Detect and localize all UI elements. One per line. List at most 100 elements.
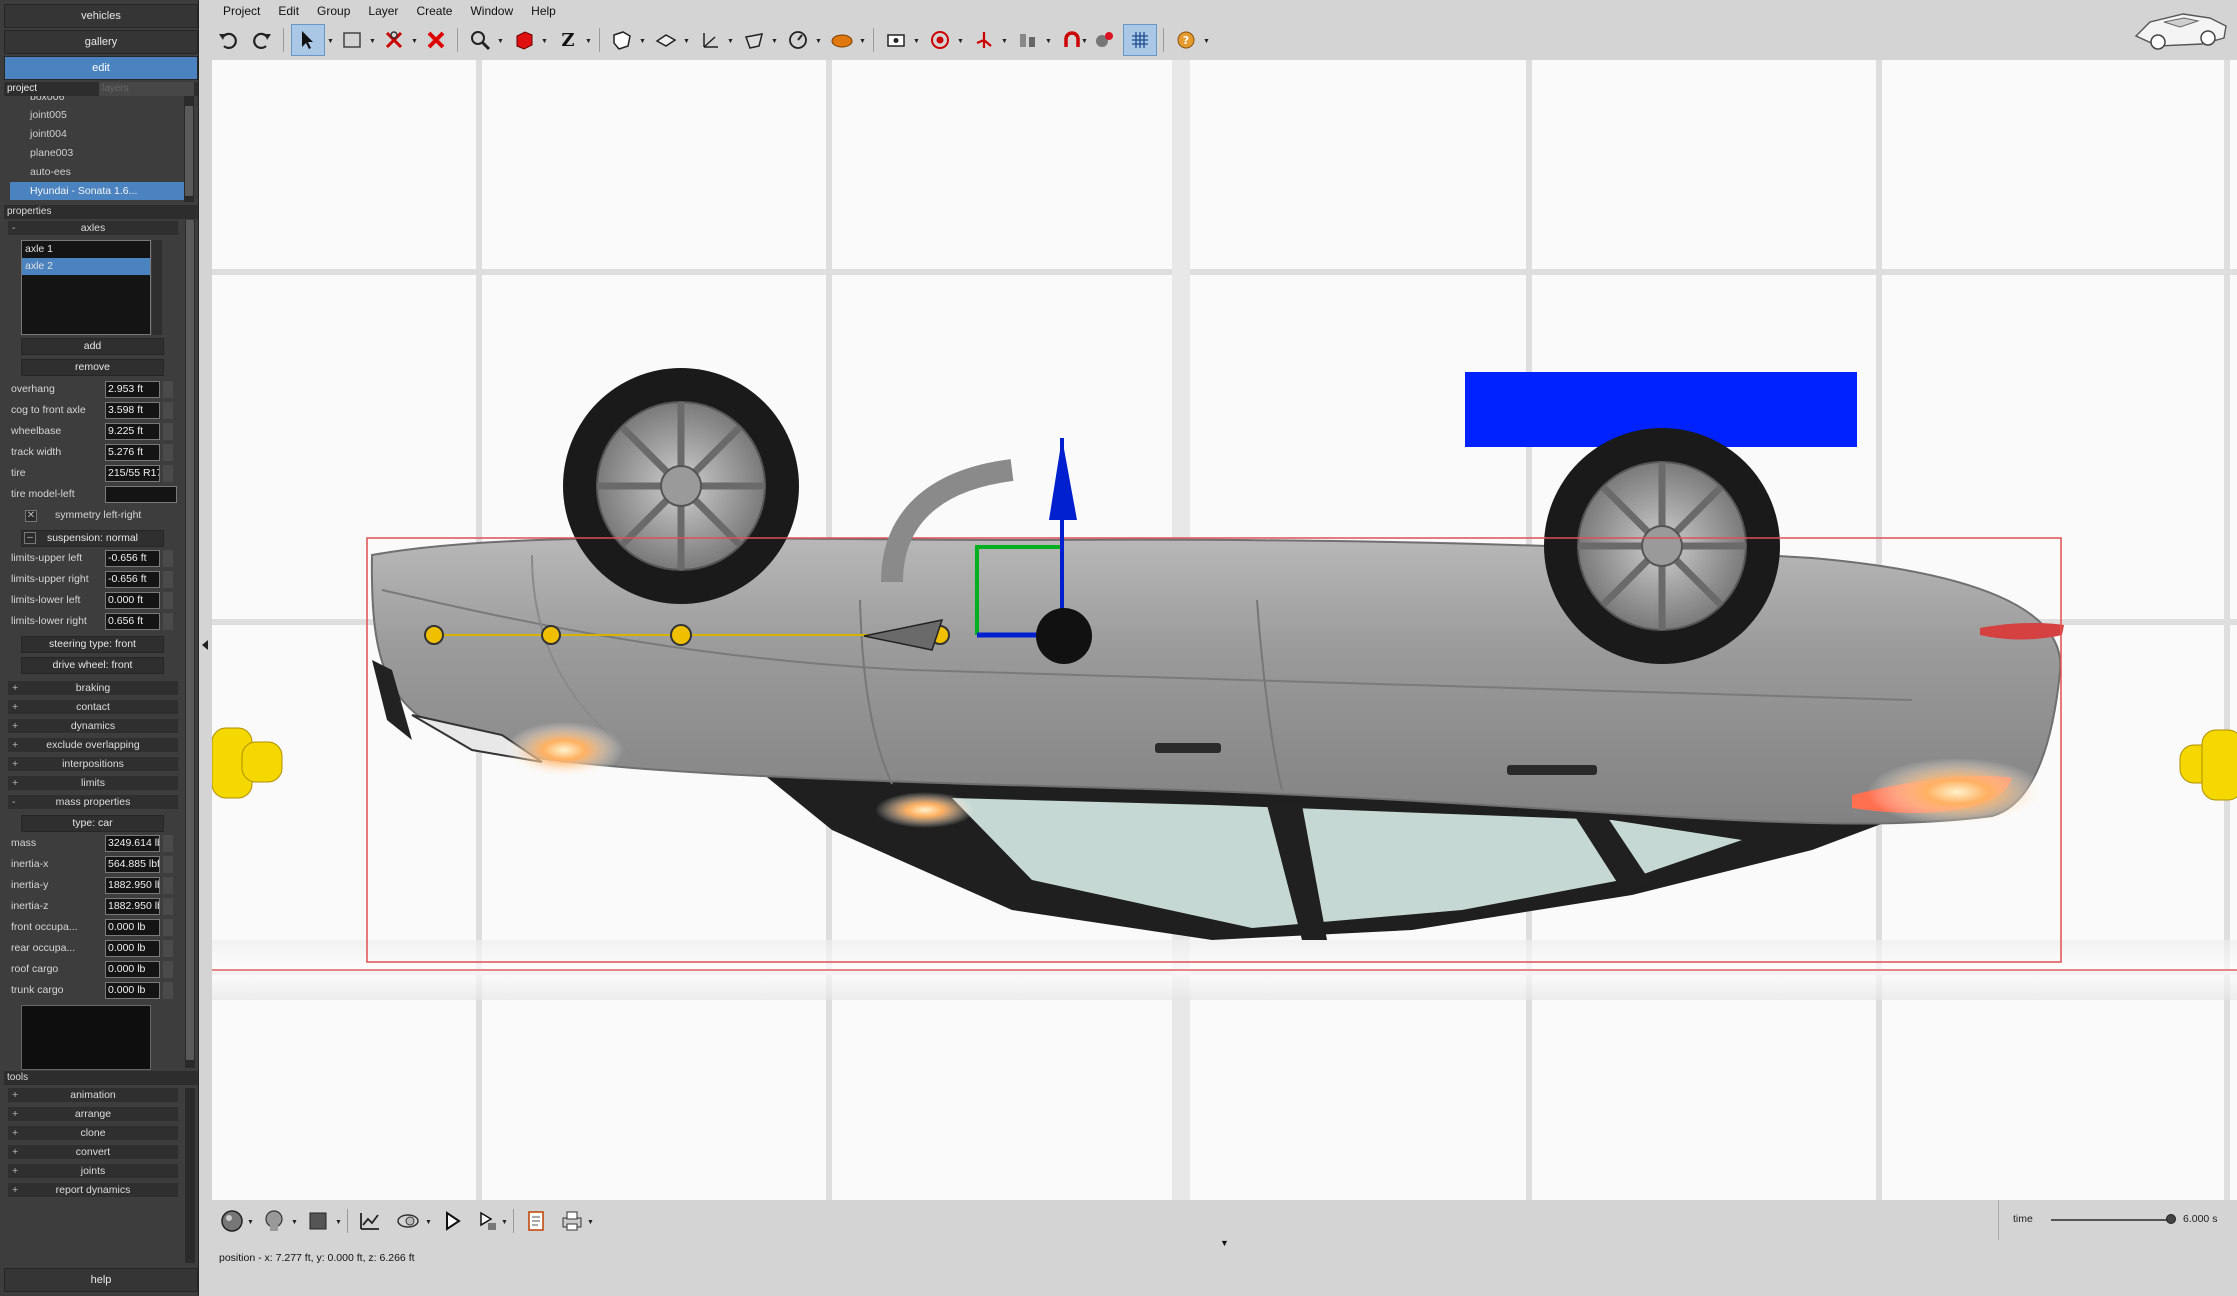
report-icon[interactable] [519, 1205, 553, 1237]
tire-field[interactable]: 215/55 R17 [105, 465, 160, 482]
suspension-dropdown[interactable]: suspension: normal [21, 530, 164, 547]
spinner[interactable] [163, 402, 173, 419]
gauge-icon[interactable] [781, 24, 815, 56]
select-arrow-icon[interactable] [291, 24, 325, 56]
symmetry-checkbox[interactable]: ✕ [25, 510, 37, 522]
red-cube-icon[interactable] [507, 24, 541, 56]
rear-occupant-field[interactable]: 0.000 lb [105, 940, 160, 957]
delete-icon[interactable] [419, 24, 453, 56]
graph-icon[interactable] [353, 1205, 387, 1237]
roof-cargo-field[interactable]: 0.000 lb [105, 961, 160, 978]
tab-project[interactable]: project [4, 82, 99, 96]
limits-field[interactable]: -0.656 ft [105, 550, 160, 567]
spinner[interactable] [163, 940, 173, 957]
clone-tool[interactable]: + clone [8, 1126, 178, 1140]
redo-icon[interactable] [245, 24, 279, 56]
inertia-y-field[interactable]: 1882.950 lbft2 [105, 877, 160, 894]
wheelbase-field[interactable]: 9.225 ft [105, 423, 160, 440]
remove-axle-button[interactable]: remove [21, 359, 164, 376]
record-icon[interactable] [471, 1205, 505, 1237]
surface-icon[interactable] [737, 24, 771, 56]
menu-create[interactable]: Create [407, 0, 461, 22]
collapse-arrow-icon[interactable]: ▼ [1220, 1238, 1229, 1248]
scene-canvas[interactable] [212, 60, 2237, 1200]
inertia-x-field[interactable]: 564.885 lbft2 [105, 856, 160, 873]
z-axis-icon[interactable]: Z [551, 24, 585, 56]
cog-field[interactable]: 3.598 ft [105, 402, 160, 419]
mass-type-dropdown[interactable]: type: car [21, 815, 164, 832]
interpositions-group-header[interactable]: + interpositions [8, 757, 178, 771]
3d-viewport[interactable] [212, 60, 2237, 1200]
print-icon[interactable] [555, 1205, 589, 1237]
time-slider-thumb[interactable] [2166, 1214, 2176, 1224]
target-icon[interactable] [923, 24, 957, 56]
menu-help[interactable]: Help [522, 0, 565, 22]
zoom-icon[interactable] [463, 24, 497, 56]
spinner[interactable] [163, 423, 173, 440]
background-color-icon[interactable] [301, 1205, 335, 1237]
gallery-button[interactable]: gallery [4, 30, 198, 54]
list-item[interactable]: plane003 [10, 144, 185, 162]
contact-group-header[interactable]: + contact [8, 700, 178, 714]
orbit-icon[interactable] [391, 1205, 425, 1237]
spinner[interactable] [163, 550, 173, 567]
spinner[interactable] [163, 898, 173, 915]
spinner[interactable] [163, 982, 173, 999]
spinner[interactable] [163, 465, 173, 482]
chart-icon[interactable] [1011, 24, 1045, 56]
edit-button[interactable]: edit [4, 56, 198, 80]
camera-icon[interactable] [879, 24, 913, 56]
spinner[interactable] [163, 961, 173, 978]
animation-tool[interactable]: + animation [8, 1088, 178, 1102]
menu-window[interactable]: Window [461, 0, 522, 22]
menu-layer[interactable]: Layer [359, 0, 407, 22]
scissor-icon[interactable] [377, 24, 411, 56]
menu-project[interactable]: Project [214, 0, 269, 22]
tab-layers[interactable]: layers [99, 82, 194, 96]
play-icon[interactable] [435, 1205, 469, 1237]
spinner[interactable] [163, 592, 173, 609]
arrange-tool[interactable]: + arrange [8, 1107, 178, 1121]
spinner[interactable] [163, 856, 173, 873]
limits-field[interactable]: 0.656 ft [105, 613, 160, 630]
undo-icon[interactable] [211, 24, 245, 56]
project-scrollbar[interactable] [184, 96, 194, 202]
hand-icon[interactable] [825, 24, 859, 56]
list-item-selected[interactable]: Hyundai - Sonata 1.6... [10, 182, 185, 200]
rectangle-select-icon[interactable] [335, 24, 369, 56]
menu-group[interactable]: Group [308, 0, 359, 22]
head-icon[interactable] [257, 1205, 291, 1237]
list-item[interactable]: auto-ees [10, 163, 185, 181]
steering-type-dropdown[interactable]: steering type: front [21, 636, 164, 653]
convert-tool[interactable]: + convert [8, 1145, 178, 1159]
spinner[interactable] [163, 835, 173, 852]
help-button[interactable]: help [4, 1268, 198, 1292]
spinner[interactable] [163, 919, 173, 936]
limits-group-header[interactable]: + limits [8, 776, 178, 790]
overhang-field[interactable]: 2.953 ft [105, 381, 160, 398]
drive-wheel-dropdown[interactable]: drive wheel: front [21, 657, 164, 674]
exclude-overlapping-group-header[interactable]: + exclude overlapping [8, 738, 178, 752]
plane-icon[interactable] [649, 24, 683, 56]
grid-icon[interactable] [1123, 24, 1157, 56]
limits-field[interactable]: -0.656 ft [105, 571, 160, 588]
tools-scrollbar[interactable] [185, 1088, 195, 1263]
shading-sphere-icon[interactable] [215, 1205, 249, 1237]
axle-list-scrollbar[interactable] [152, 240, 162, 335]
dynamics-group-header[interactable]: + dynamics [8, 719, 178, 733]
vehicles-button[interactable]: vehicles [4, 4, 198, 28]
list-item[interactable]: axle 1 [22, 241, 150, 258]
time-slider-track[interactable] [2051, 1219, 2171, 1221]
limits-field[interactable]: 0.000 ft [105, 592, 160, 609]
trunk-cargo-field[interactable]: 0.000 lb [105, 982, 160, 999]
axes-icon[interactable] [693, 24, 727, 56]
box-icon[interactable] [605, 24, 639, 56]
spinner[interactable] [163, 381, 173, 398]
collapse-panel-icon[interactable] [202, 640, 208, 650]
report-dynamics-tool[interactable]: + report dynamics [8, 1183, 178, 1197]
menu-edit[interactable]: Edit [269, 0, 308, 22]
spinner[interactable] [163, 444, 173, 461]
list-item[interactable]: joint005 [10, 106, 185, 124]
track-width-field[interactable]: 5.276 ft [105, 444, 160, 461]
properties-scrollbar[interactable] [185, 220, 195, 1068]
